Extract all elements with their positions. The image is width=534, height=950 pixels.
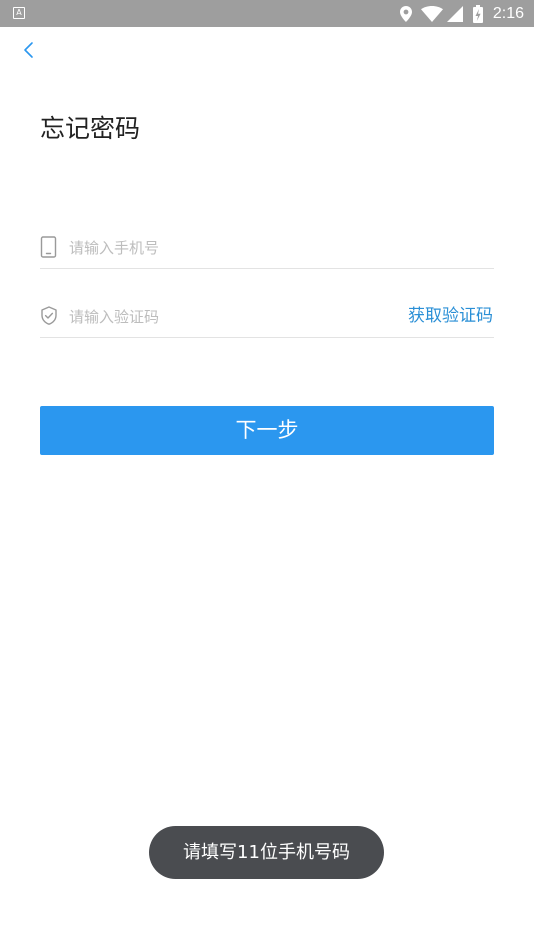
next-button[interactable]: 下一步 bbox=[40, 406, 494, 455]
phone-input[interactable] bbox=[69, 236, 389, 260]
phone-field-row bbox=[40, 228, 494, 269]
status-time: 2:16 bbox=[492, 4, 524, 22]
status-bar: A 2:16 bbox=[0, 0, 534, 27]
battery-icon bbox=[472, 4, 483, 23]
get-code-button[interactable]: 获取验证码 bbox=[408, 303, 493, 329]
wifi-icon bbox=[420, 5, 443, 22]
phone-icon bbox=[40, 236, 57, 258]
chevron-left-icon bbox=[24, 42, 33, 58]
status-bar-right: 2:16 bbox=[399, 0, 524, 27]
page-title: 忘记密码 bbox=[40, 114, 141, 143]
back-button[interactable] bbox=[14, 36, 42, 64]
verification-code-row: 获取验证码 bbox=[40, 297, 494, 338]
signal-icon bbox=[446, 5, 463, 22]
shield-check-icon bbox=[41, 306, 57, 325]
location-icon bbox=[399, 5, 412, 22]
verification-code-input[interactable] bbox=[69, 305, 389, 329]
toast-message: 请填写11位手机号码 bbox=[149, 826, 384, 879]
app-notification-icon: A bbox=[13, 7, 25, 19]
